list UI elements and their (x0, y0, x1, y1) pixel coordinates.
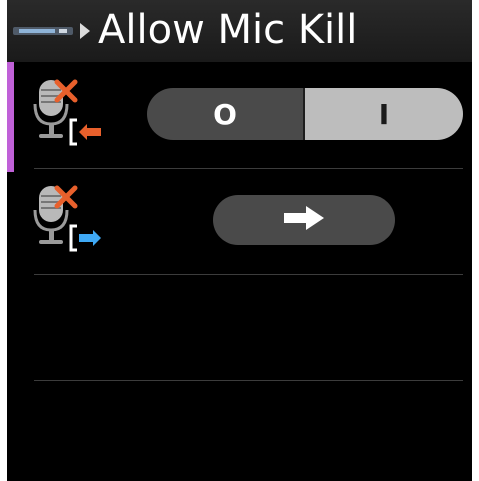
row-divider (34, 380, 463, 381)
mic-kill-toggle[interactable]: O I (147, 88, 463, 140)
breadcrumb-arrow-icon (78, 22, 92, 45)
mic-kill-output-icon (29, 184, 109, 261)
mic-kill-action-button[interactable] (213, 195, 395, 245)
screen: Allow Mic Kill O I (7, 0, 472, 481)
row-divider (34, 168, 463, 169)
mic-kill-input-icon (29, 78, 109, 155)
toggle-on-option[interactable]: I (305, 88, 463, 140)
row-divider (34, 274, 463, 275)
page-title: Allow Mic Kill (98, 7, 358, 53)
header-bar: Allow Mic Kill (7, 0, 472, 62)
device-strip-icon (13, 23, 73, 44)
toggle-off-option[interactable]: O (147, 88, 305, 140)
focus-indicator (7, 62, 14, 172)
toggle-on-label: I (378, 97, 390, 131)
toggle-off-label: O (213, 97, 237, 131)
arrow-right-icon (282, 204, 326, 237)
